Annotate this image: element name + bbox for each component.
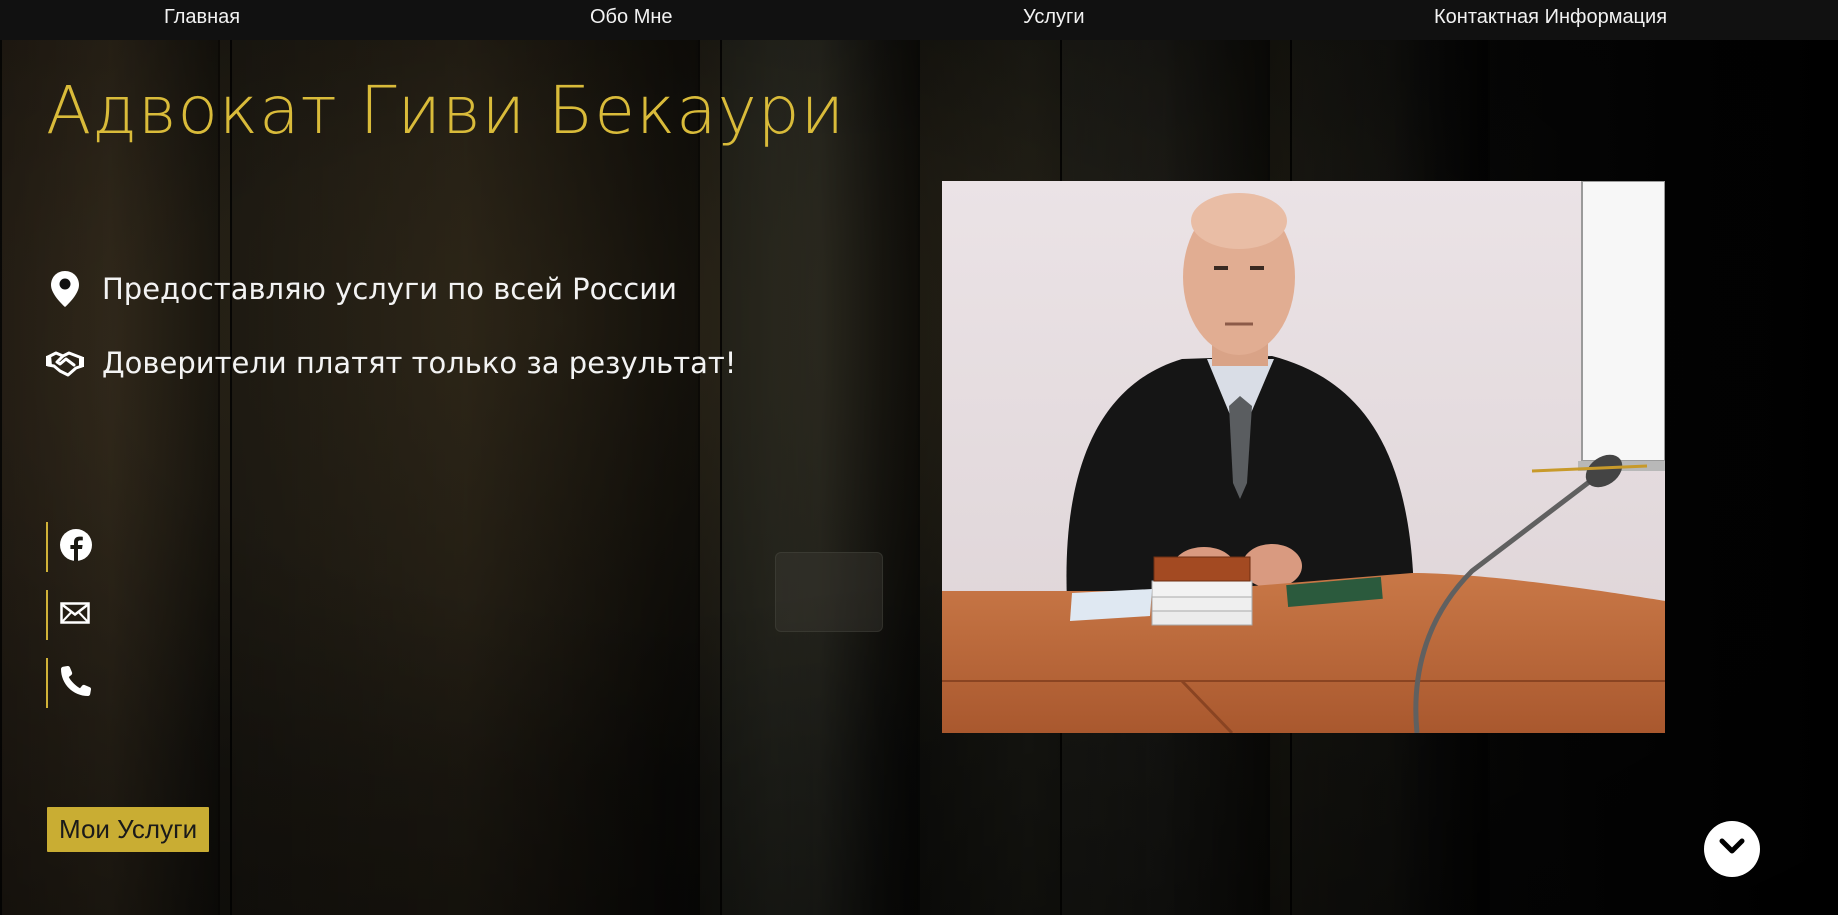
page-title: Адвокат Гиви Бекаури	[46, 72, 846, 149]
background-book-spine	[0, 40, 220, 915]
nav-about-link[interactable]: Обо Мне	[590, 0, 673, 34]
top-navigation: Главная Обо Мне Услуги Контактная Информ…	[0, 0, 1838, 40]
nav-services-link[interactable]: Услуги	[1023, 0, 1085, 34]
phone-icon	[60, 665, 92, 701]
lawyer-photo	[942, 181, 1665, 733]
feature-nationwide: Предоставляю услуги по всей России	[46, 270, 677, 308]
feature-pay-for-result: Доверители платят только за результат!	[46, 344, 736, 382]
nav-contact-link[interactable]: Контактная Информация	[1434, 0, 1667, 34]
email-icon	[60, 602, 90, 628]
feature-text: Доверители платят только за результат!	[102, 346, 737, 380]
chevron-down-icon	[1719, 838, 1745, 860]
facebook-link[interactable]	[46, 522, 106, 572]
background-book-spine	[720, 40, 920, 915]
background-book-spine	[230, 40, 700, 915]
background-book-plate	[775, 552, 883, 632]
phone-link[interactable]	[46, 658, 106, 708]
facebook-icon	[60, 529, 92, 565]
feature-text: Предоставляю услуги по всей России	[102, 272, 677, 306]
map-pin-icon	[46, 270, 84, 308]
handshake-icon	[46, 344, 84, 382]
email-link[interactable]	[46, 590, 106, 640]
page: Главная Обо Мне Услуги Контактная Информ…	[0, 0, 1838, 915]
my-services-button[interactable]: Мои Услуги	[47, 807, 210, 852]
nav-home-link[interactable]: Главная	[164, 0, 240, 34]
scroll-down-button[interactable]	[1704, 821, 1760, 877]
